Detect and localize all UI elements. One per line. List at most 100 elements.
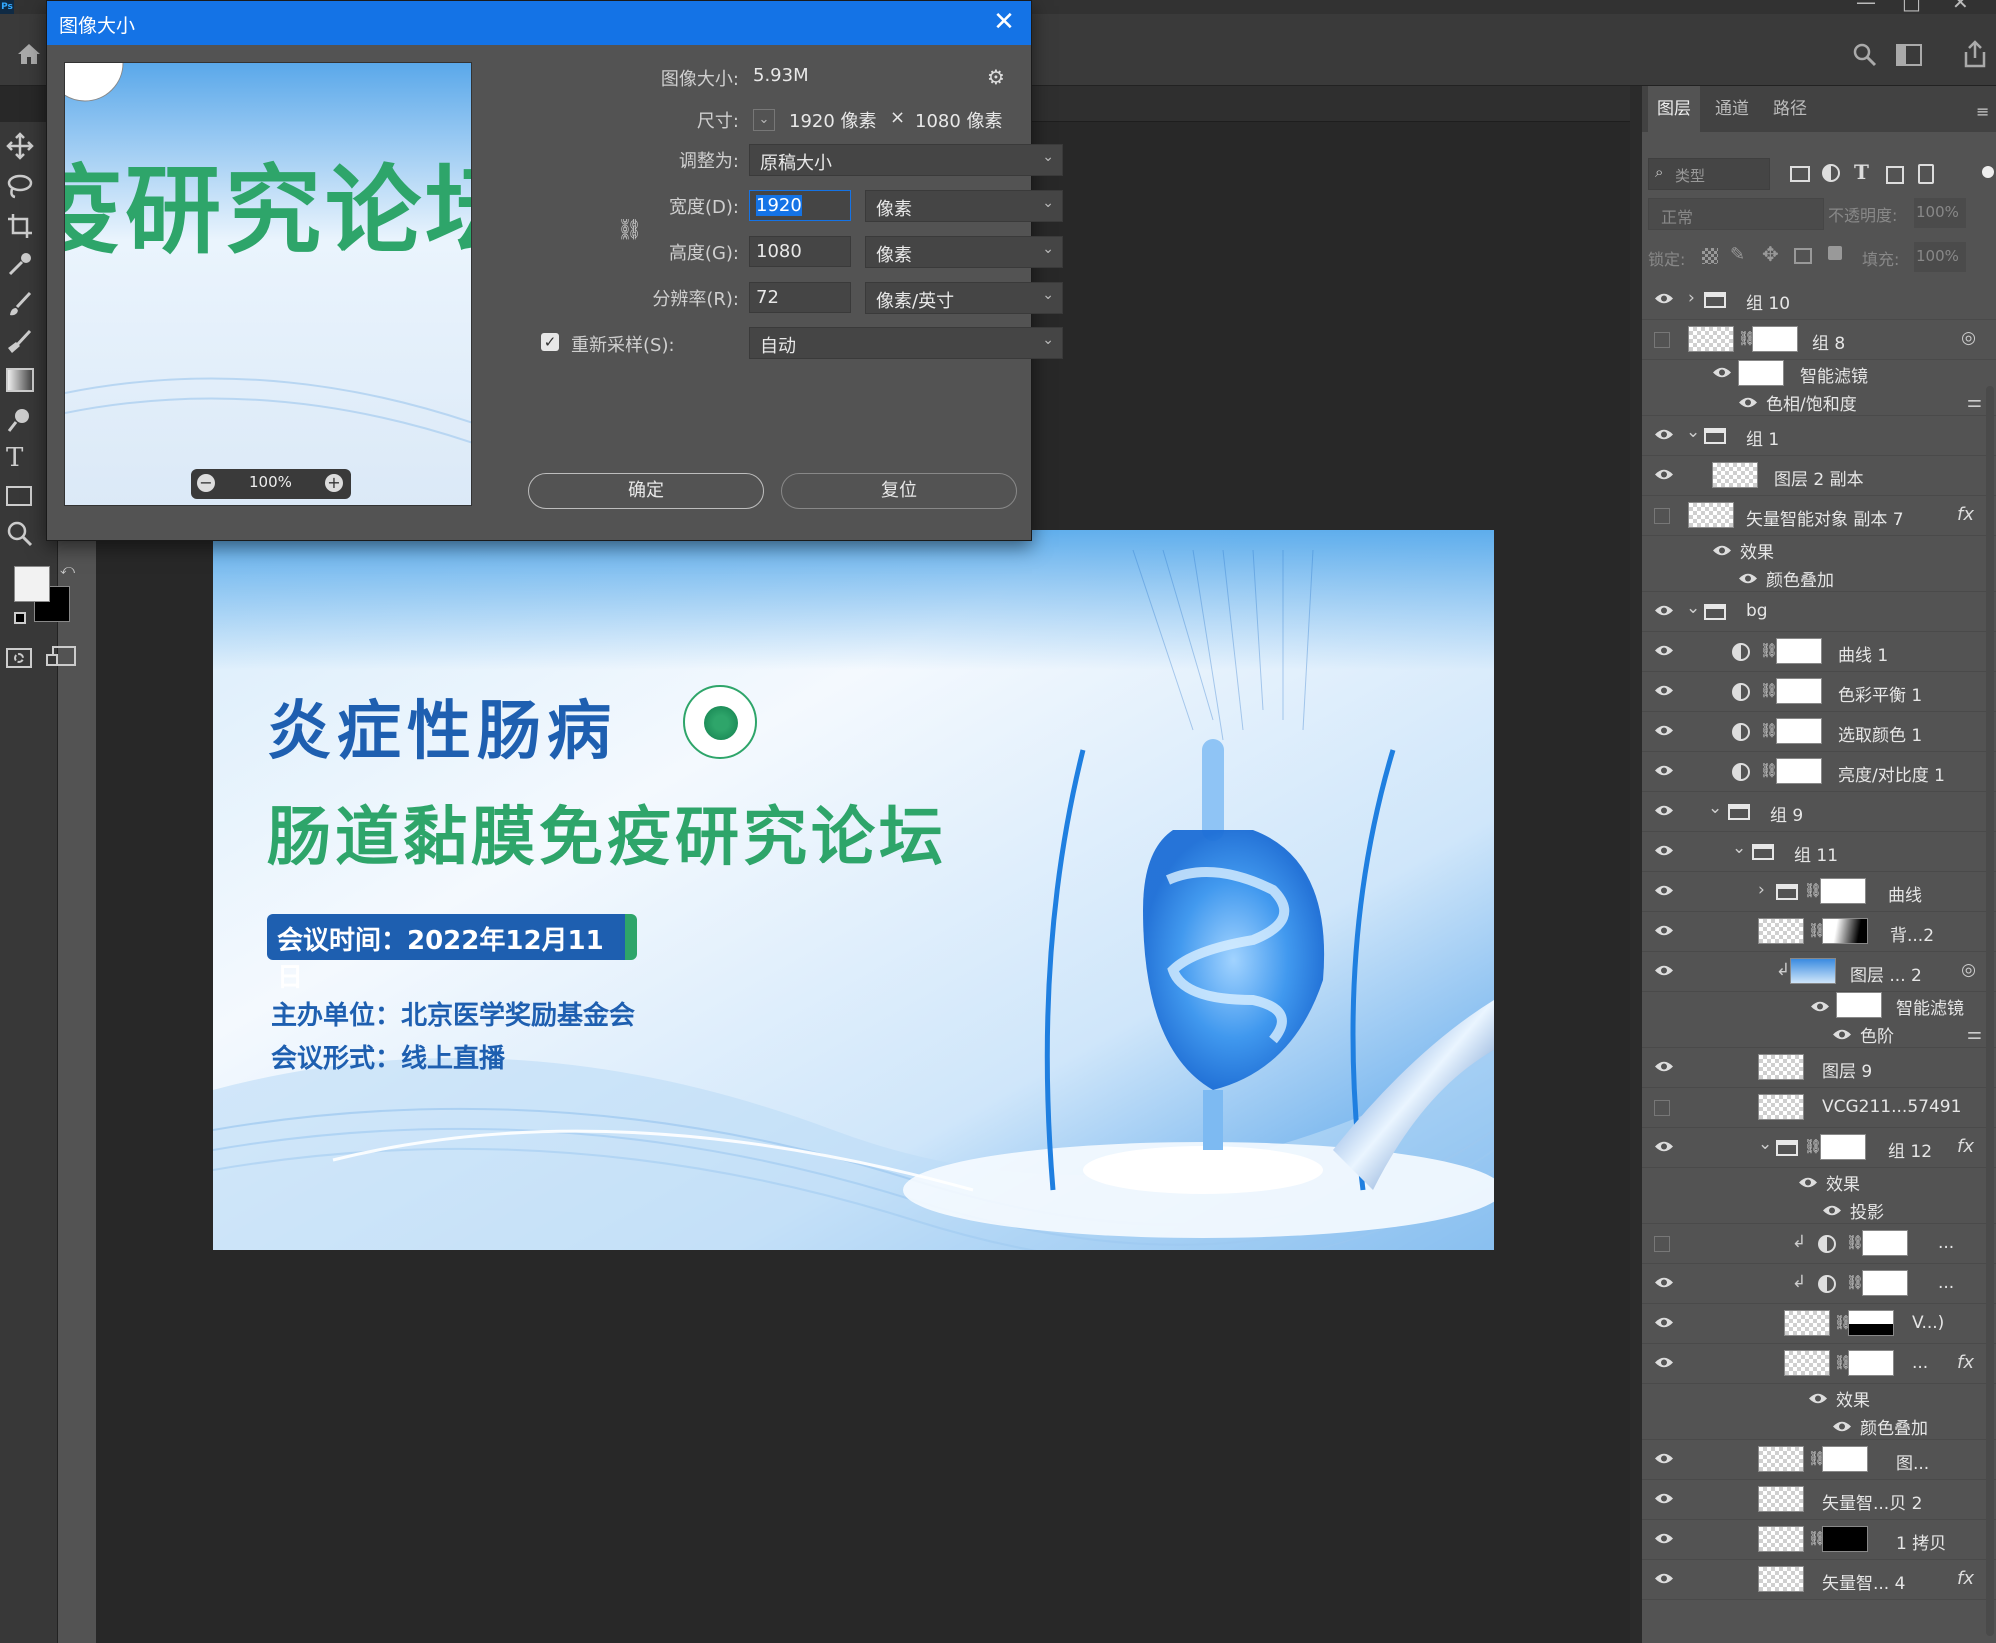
eye-icon[interactable] <box>1808 1392 1828 1405</box>
layer-row[interactable]: ⛓ 色彩平衡 1 <box>1642 672 1996 712</box>
eye-icon[interactable] <box>1738 396 1758 409</box>
layer-row[interactable]: 效果 <box>1642 1168 1996 1196</box>
eye-icon[interactable] <box>1654 1140 1674 1153</box>
reset-button[interactable]: 复位 <box>781 473 1017 509</box>
eye-icon[interactable] <box>1654 1572 1674 1585</box>
search-icon[interactable] <box>1852 42 1878 68</box>
resample-checkbox[interactable]: ✓ <box>541 333 559 351</box>
width-input[interactable]: 1920 <box>749 190 851 221</box>
opacity-input[interactable]: 100% <box>1914 198 1966 228</box>
lock-move-icon[interactable]: ✥ <box>1762 242 1779 266</box>
chevron-down-icon[interactable]: ⌄ <box>1758 1134 1772 1154</box>
layer-row[interactable]: 图层 9 <box>1642 1048 1996 1088</box>
layer-row[interactable]: ⌄ 组 1 <box>1642 416 1996 456</box>
tab-layers[interactable]: 图层 <box>1648 86 1700 132</box>
layer-filter-select[interactable]: ⌕ 类型 <box>1648 158 1770 190</box>
swap-colors-icon[interactable]: ⤺ <box>60 562 75 578</box>
eye-icon[interactable] <box>1654 1060 1674 1073</box>
height-unit-select[interactable]: 像素 ⌄ <box>865 236 1063 268</box>
minimize-icon[interactable]: — <box>1856 0 1876 14</box>
constrain-link-icon[interactable]: ⛓ <box>617 217 642 241</box>
crop-tool-icon[interactable] <box>6 212 34 240</box>
layer-row[interactable]: 颜色叠加 <box>1642 564 1996 592</box>
layer-row[interactable]: 矢量智能对象 副本 7 fx <box>1642 496 1996 536</box>
resolution-input[interactable]: 72 <box>749 282 851 313</box>
filter-shape-icon[interactable] <box>1886 166 1904 184</box>
eye-icon[interactable] <box>1810 1000 1830 1013</box>
zoom-tool-icon[interactable] <box>6 520 34 548</box>
maximize-icon[interactable]: □ <box>1902 0 1921 14</box>
home-icon[interactable] <box>16 42 42 66</box>
default-colors-icon[interactable] <box>14 612 26 624</box>
filter-adjustment-icon[interactable] <box>1822 164 1840 182</box>
layer-row[interactable]: VCG211...57491 <box>1642 1088 1996 1128</box>
chevron-down-icon[interactable]: ⌄ <box>1686 598 1700 618</box>
eye-icon[interactable] <box>1654 1452 1674 1465</box>
width-unit-select[interactable]: 像素 ⌄ <box>865 190 1063 222</box>
fx-icon[interactable]: fx <box>1957 1136 1974 1157</box>
layer-row[interactable]: 图层 2 副本 <box>1642 456 1996 496</box>
layer-row[interactable]: 投影 <box>1642 1196 1996 1224</box>
eye-icon[interactable] <box>1654 604 1674 617</box>
layer-row[interactable]: 矢量智... 4 fx <box>1642 1560 1996 1600</box>
fill-input[interactable]: 100% <box>1914 242 1966 272</box>
zoom-in-button[interactable]: + <box>325 474 343 492</box>
lasso-tool-icon[interactable] <box>6 172 34 200</box>
lock-all-icon[interactable] <box>1828 246 1842 260</box>
visibility-off-box[interactable] <box>1654 508 1670 524</box>
eye-icon[interactable] <box>1654 684 1674 697</box>
tab-channels[interactable]: 通道 <box>1706 86 1758 132</box>
layer-row[interactable]: ⌄ 组 9 <box>1642 792 1996 832</box>
move-tool-icon[interactable] <box>6 132 34 160</box>
eye-icon[interactable] <box>1654 844 1674 857</box>
visibility-off-box[interactable] <box>1654 1100 1670 1116</box>
quick-mask-icon[interactable] <box>6 648 32 668</box>
layers-scrollbar[interactable] <box>1986 386 1994 1636</box>
layer-row[interactable]: 智能滤镜 <box>1642 992 1996 1020</box>
chevron-down-icon[interactable]: ⌄ <box>1732 838 1746 858</box>
eye-icon[interactable] <box>1654 764 1674 777</box>
brush-tool-icon[interactable] <box>6 290 34 318</box>
rectangle-tool-icon[interactable] <box>6 486 32 506</box>
eye-icon[interactable] <box>1654 1276 1674 1289</box>
layer-row[interactable]: 效果 <box>1642 536 1996 564</box>
dodge-tool-icon[interactable] <box>6 406 34 434</box>
eyedropper-tool-icon[interactable] <box>6 250 34 278</box>
layer-row[interactable]: ⌄ ⛓ 组 12 fx <box>1642 1128 1996 1168</box>
fx-icon[interactable]: fx <box>1957 504 1974 525</box>
layer-row[interactable]: 色相/饱和度 ⚌ <box>1642 388 1996 416</box>
chevron-right-icon[interactable]: › <box>1688 288 1695 308</box>
height-input[interactable]: 1080 <box>749 236 851 267</box>
layer-row[interactable]: ⌄ 组 11 <box>1642 832 1996 872</box>
chevron-down-icon[interactable]: ⌄ <box>1686 422 1700 442</box>
fx-icon[interactable]: fx <box>1957 1568 1974 1589</box>
gradient-tool-icon[interactable] <box>6 368 34 392</box>
eye-icon[interactable] <box>1654 428 1674 441</box>
healing-brush-icon[interactable] <box>6 328 34 356</box>
fit-to-select[interactable]: 原稿大小 ⌄ <box>749 144 1063 176</box>
layer-row[interactable]: ⛓ 组 8 ◎ <box>1642 320 1996 360</box>
layer-row[interactable]: ⛓ 图... <box>1642 1440 1996 1480</box>
eye-icon[interactable] <box>1798 1176 1818 1189</box>
layer-row[interactable]: ⌄ bg <box>1642 592 1996 632</box>
filter-options-icon[interactable]: ⚌ <box>1967 1024 1982 1044</box>
resample-select[interactable]: 自动 ⌄ <box>749 327 1063 359</box>
layer-row[interactable]: ⛓ 曲线 1 <box>1642 632 1996 672</box>
filter-type-icon[interactable]: T <box>1854 160 1869 184</box>
eye-icon[interactable] <box>1822 1204 1842 1217</box>
layer-row[interactable]: ⛓ 1 拷贝 <box>1642 1520 1996 1560</box>
layer-row[interactable]: 矢量智...贝 2 <box>1642 1480 1996 1520</box>
close-icon[interactable]: ✕ <box>989 7 1019 37</box>
eye-icon[interactable] <box>1654 1356 1674 1369</box>
eye-icon[interactable] <box>1654 1532 1674 1545</box>
eye-icon[interactable] <box>1654 1492 1674 1505</box>
document-canvas[interactable]: 炎症性肠病 肠道黏膜免疫研究论坛 会议时间：2022年12月11日 主办单位：北… <box>213 530 1494 1250</box>
chevron-down-icon[interactable]: ⌄ <box>1708 798 1722 818</box>
zoom-out-button[interactable]: − <box>197 474 215 492</box>
layer-row[interactable]: ⛓ ... fx <box>1642 1344 1996 1384</box>
preview-pane[interactable]: 疫研究论坛 − 100% + <box>64 62 472 506</box>
eye-icon[interactable] <box>1654 884 1674 897</box>
eye-icon[interactable] <box>1738 572 1758 585</box>
eye-icon[interactable] <box>1654 804 1674 817</box>
eye-icon[interactable] <box>1654 292 1674 305</box>
